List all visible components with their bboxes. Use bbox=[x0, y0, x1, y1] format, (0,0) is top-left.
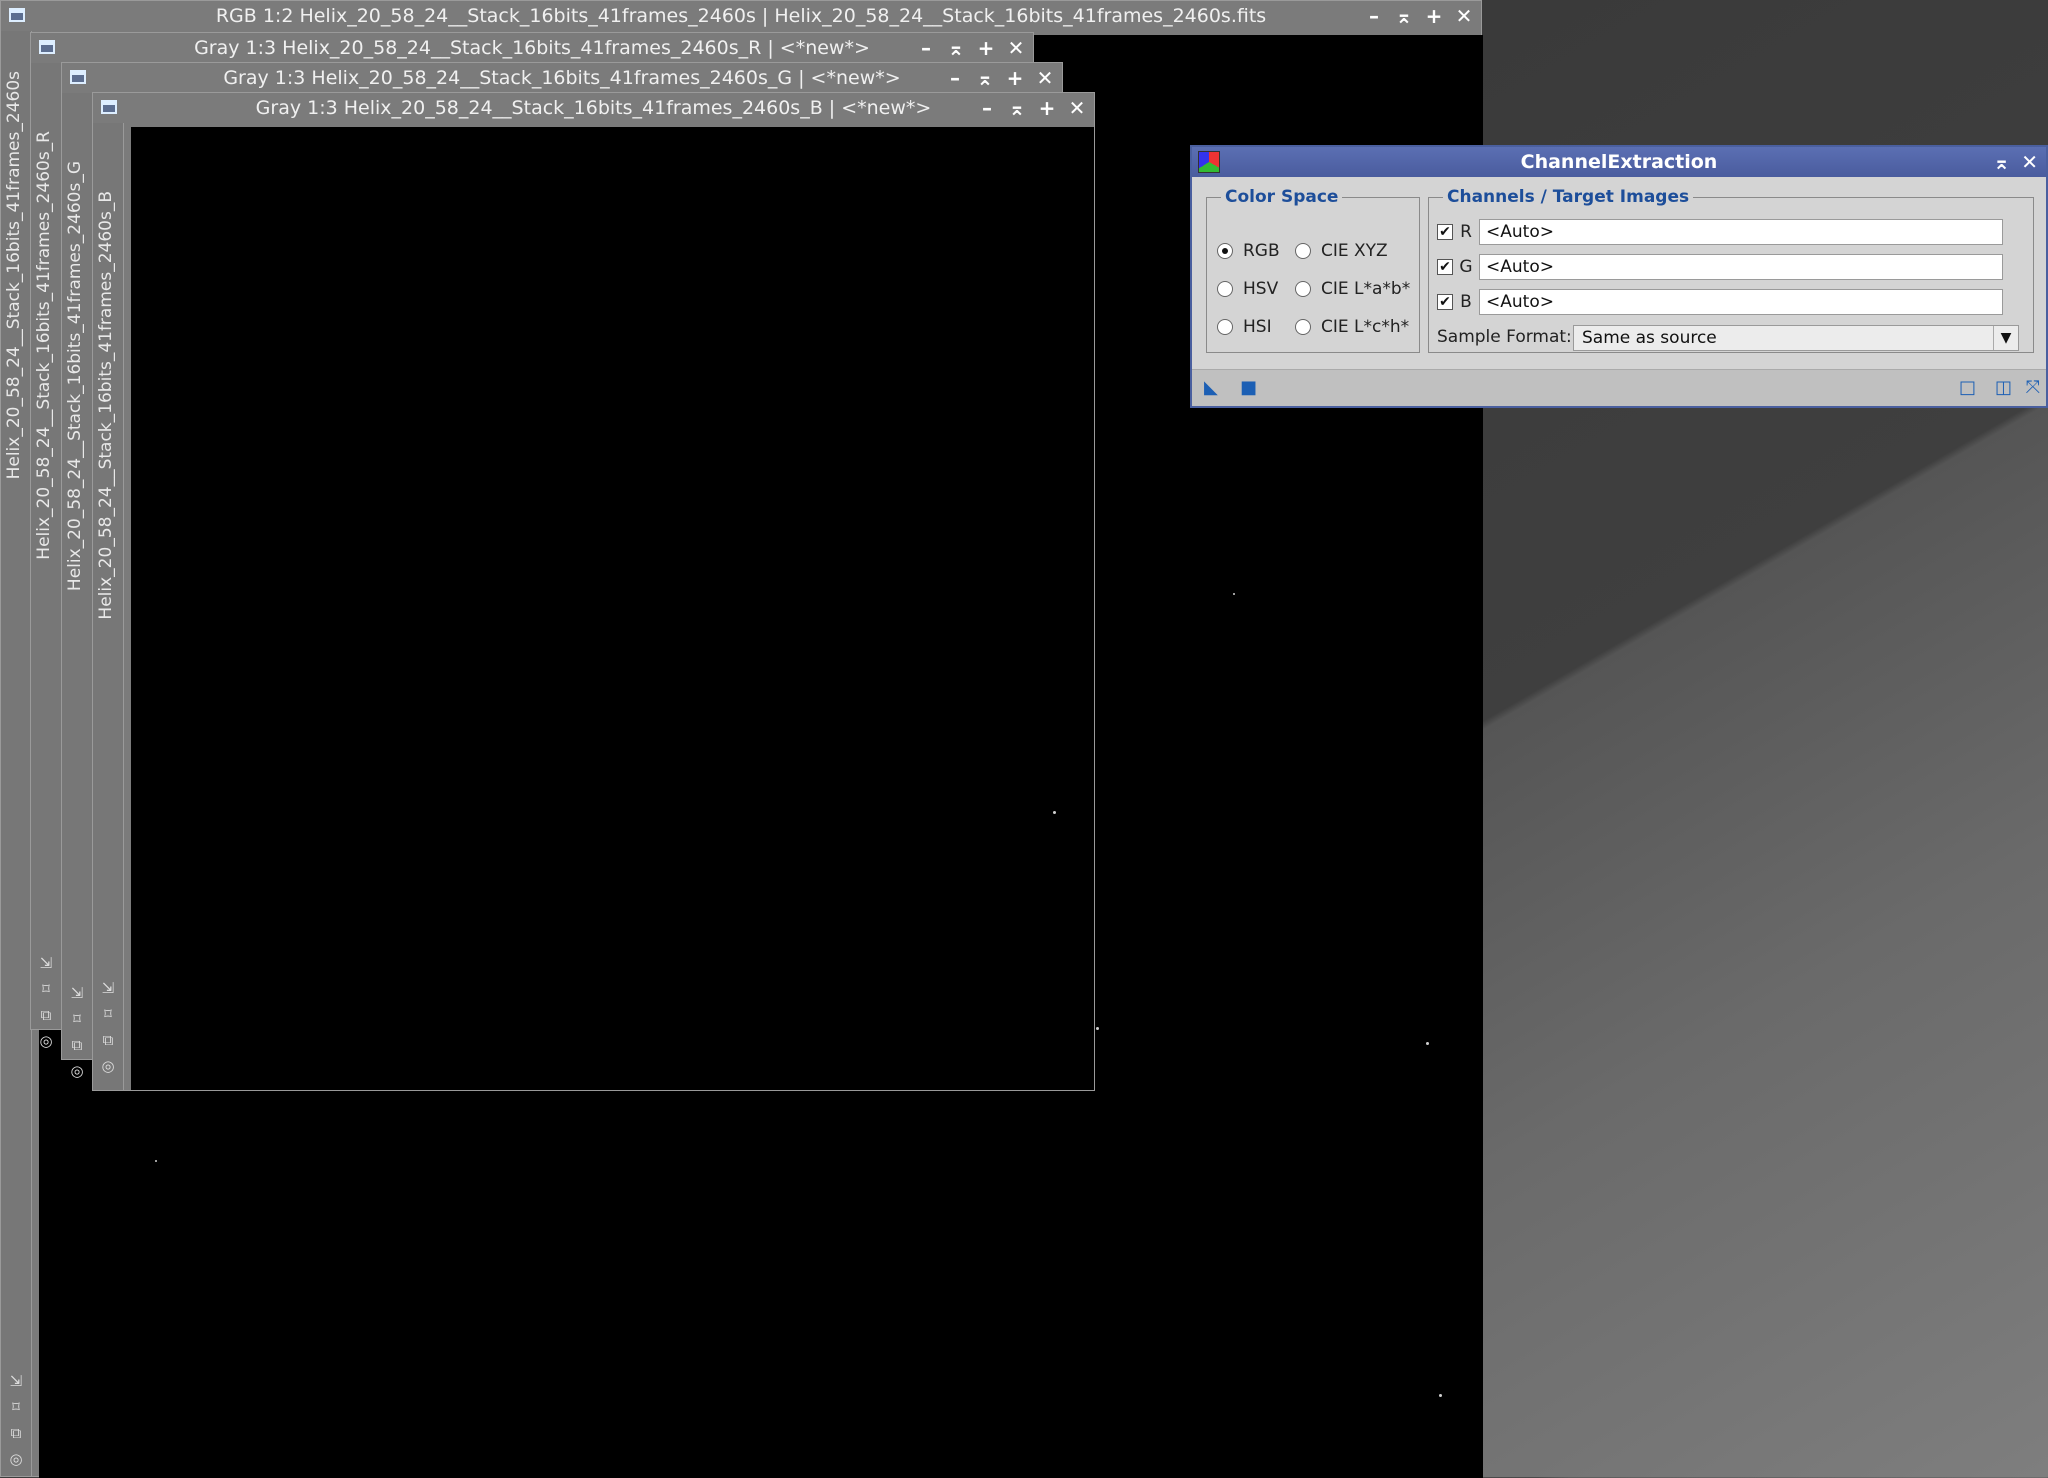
clone-icon[interactable]: ⧉ bbox=[11, 1423, 22, 1443]
radio-cie-xyz[interactable]: CIE XYZ bbox=[1295, 241, 1388, 261]
star bbox=[1053, 811, 1056, 814]
clone-icon[interactable]: ⧉ bbox=[41, 1005, 52, 1025]
fit-icon[interactable]: ⇲ bbox=[10, 1371, 23, 1391]
fit-icon[interactable]: ⇲ bbox=[102, 978, 115, 998]
close-button[interactable]: ✕ bbox=[2021, 147, 2038, 177]
radio-cie-lab[interactable]: CIE L*a*b* bbox=[1295, 279, 1410, 299]
chevron-down-icon[interactable]: ▼ bbox=[1993, 326, 2018, 350]
shade-button[interactable]: ⌅ bbox=[1993, 147, 2010, 177]
radio-hsi[interactable]: HSI bbox=[1217, 317, 1272, 337]
window-title: Gray 1:3 Helix_20_58_24__Stack_16bits_41… bbox=[255, 97, 932, 119]
stf-icon[interactable]: ◎ bbox=[9, 1449, 22, 1469]
side-panel: Helix_20_58_24__Stack_16bits_41frames_24… bbox=[31, 63, 62, 1050]
side-panel: Helix_20_58_24__Stack_16bits_41frames_24… bbox=[93, 123, 124, 678]
track-view-icon[interactable]: ◫ bbox=[1995, 377, 2012, 398]
close-button[interactable]: ✕ bbox=[1005, 33, 1027, 63]
minimize-button[interactable]: – bbox=[976, 93, 998, 123]
channel-g-checkbox[interactable]: ✔ bbox=[1437, 259, 1453, 275]
clone-icon[interactable]: ⧉ bbox=[72, 1035, 83, 1055]
minimize-button[interactable]: – bbox=[915, 33, 937, 63]
color-space-legend: Color Space bbox=[1225, 187, 1339, 207]
color-space-group: Color Space RGB CIE XYZ HSV CIE L*a*b* H… bbox=[1206, 187, 1420, 353]
channel-r-target-input[interactable] bbox=[1479, 219, 2003, 245]
shade-button[interactable]: ⌅ bbox=[974, 63, 996, 93]
channel-b-target-input[interactable] bbox=[1479, 289, 2003, 315]
sample-format-label: Sample Format: bbox=[1437, 327, 1572, 347]
radio-hsv[interactable]: HSV bbox=[1217, 279, 1278, 299]
dialog-footer: ◣ ■ □ ◫ ⤧ bbox=[1192, 369, 2046, 406]
channel-row-g: ✔ G bbox=[1437, 254, 2003, 280]
side-panel: Helix_20_58_24__Stack_16bits_41frames_24… bbox=[1, 31, 32, 1476]
channel-row-b: ✔ B bbox=[1437, 289, 2003, 315]
zoom-icon[interactable]: ⌑ bbox=[104, 1004, 112, 1024]
image-canvas[interactable] bbox=[131, 127, 1099, 1090]
star bbox=[155, 1160, 157, 1162]
side-panel-lower: ⇲ ⌑ ⧉ ◎ bbox=[93, 678, 124, 1090]
close-button[interactable]: ✕ bbox=[1066, 93, 1088, 123]
zoom-icon[interactable]: ⌑ bbox=[12, 1397, 20, 1417]
title-bar[interactable]: Gray 1:3 Helix_20_58_24__Stack_16bits_41… bbox=[31, 33, 1033, 63]
dialog-title: ChannelExtraction bbox=[1520, 151, 1718, 173]
title-bar[interactable]: Gray 1:3 Helix_20_58_24__Stack_16bits_41… bbox=[62, 63, 1062, 93]
channel-extraction-dialog[interactable]: ChannelExtraction ⌅ ✕ Color Space RGB CI… bbox=[1190, 145, 2048, 408]
star bbox=[1426, 1042, 1429, 1045]
sample-format-value: Same as source bbox=[1582, 328, 1717, 348]
maximize-button[interactable]: + bbox=[1036, 93, 1058, 123]
channel-r-label: R bbox=[1460, 222, 1472, 242]
shade-button[interactable]: ⌅ bbox=[945, 33, 967, 63]
view-id-tab[interactable]: Helix_20_58_24__Stack_16bits_41frames_24… bbox=[65, 161, 85, 591]
fit-icon[interactable]: ⇲ bbox=[40, 953, 53, 973]
shade-button[interactable]: ⌅ bbox=[1393, 1, 1415, 31]
dialog-title-bar[interactable]: ChannelExtraction ⌅ ✕ bbox=[1192, 147, 2046, 177]
channel-b-checkbox[interactable]: ✔ bbox=[1437, 294, 1453, 310]
minimize-button[interactable]: – bbox=[944, 63, 966, 93]
window-title: Gray 1:3 Helix_20_58_24__Stack_16bits_41… bbox=[194, 37, 870, 59]
channel-b-label: B bbox=[1460, 292, 1472, 312]
sample-format-select[interactable]: Same as source ▼ bbox=[1573, 325, 2019, 351]
minimize-button[interactable]: – bbox=[1363, 1, 1385, 31]
channel-g-label: G bbox=[1459, 257, 1473, 277]
side-panel: Helix_20_58_24__Stack_16bits_41frames_24… bbox=[62, 93, 93, 1080]
view-id-tab[interactable]: Helix_20_58_24__Stack_16bits_41frames_24… bbox=[34, 131, 54, 560]
radio-cie-lch[interactable]: CIE L*c*h* bbox=[1295, 317, 1409, 337]
window-title: RGB 1:2 Helix_20_58_24__Stack_16bits_41f… bbox=[215, 5, 1267, 27]
close-button[interactable]: ✕ bbox=[1453, 1, 1475, 31]
apply-global-icon[interactable]: ■ bbox=[1240, 377, 1257, 398]
star bbox=[1233, 593, 1235, 595]
browse-documentation-icon[interactable]: □ bbox=[1959, 377, 1976, 398]
maximize-button[interactable]: + bbox=[975, 33, 997, 63]
view-id-tab[interactable]: Helix_20_58_24__Stack_16bits_41frames_24… bbox=[4, 71, 24, 479]
view-id-tab[interactable]: Helix_20_58_24__Stack_16bits_41frames_24… bbox=[96, 191, 116, 620]
channel-g-target-input[interactable] bbox=[1479, 254, 2003, 280]
channels-legend: Channels / Target Images bbox=[1447, 187, 1690, 207]
stf-icon[interactable]: ◎ bbox=[70, 1061, 83, 1081]
radio-rgb[interactable]: RGB bbox=[1217, 241, 1280, 261]
clone-icon[interactable]: ⧉ bbox=[103, 1030, 114, 1050]
maximize-button[interactable]: + bbox=[1004, 63, 1026, 93]
zoom-icon[interactable]: ⌑ bbox=[73, 1009, 81, 1029]
channel-r-checkbox[interactable]: ✔ bbox=[1437, 224, 1453, 240]
new-instance-icon[interactable]: ◣ bbox=[1204, 377, 1218, 398]
star bbox=[1439, 1394, 1442, 1397]
window-title: Gray 1:3 Helix_20_58_24__Stack_16bits_41… bbox=[223, 67, 901, 89]
zoom-icon[interactable]: ⌑ bbox=[42, 979, 50, 999]
shade-button[interactable]: ⌅ bbox=[1006, 93, 1028, 123]
fit-icon[interactable]: ⇲ bbox=[71, 983, 84, 1003]
maximize-button[interactable]: + bbox=[1423, 1, 1445, 31]
image-window-b[interactable]: Gray 1:3 Helix_20_58_24__Stack_16bits_41… bbox=[92, 92, 1099, 1091]
stf-icon[interactable]: ◎ bbox=[101, 1056, 114, 1076]
star bbox=[1096, 1027, 1099, 1030]
title-bar[interactable]: Gray 1:3 Helix_20_58_24__Stack_16bits_41… bbox=[93, 93, 1094, 123]
channels-group: Channels / Target Images ✔ R ✔ G ✔ B Sam… bbox=[1428, 187, 2034, 353]
channel-row-r: ✔ R bbox=[1437, 219, 2003, 245]
reset-icon[interactable]: ⤧ bbox=[2026, 377, 2040, 398]
title-bar[interactable]: RGB 1:2 Helix_20_58_24__Stack_16bits_41f… bbox=[1, 1, 1481, 31]
close-button[interactable]: ✕ bbox=[1034, 63, 1056, 93]
stf-icon[interactable]: ◎ bbox=[39, 1031, 52, 1051]
